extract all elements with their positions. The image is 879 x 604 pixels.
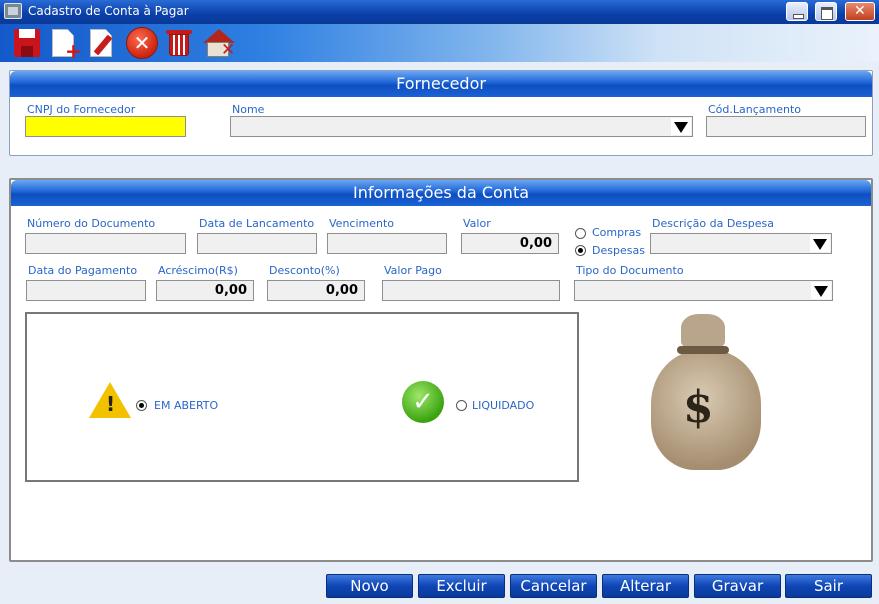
checkmark-icon: ✓ [402,381,444,423]
fornecedor-header: Fornecedor [10,71,872,97]
em-aberto-radio[interactable] [136,400,147,411]
chevron-down-icon[interactable] [810,235,830,252]
cancelar-button[interactable]: Cancelar [510,574,597,598]
conta-header: Informações da Conta [11,180,871,206]
valor-pago-label: Valor Pago [384,264,442,277]
acrescimo-label: Acréscimo(R$) [158,264,238,277]
cod-label: Cód.Lançamento [708,103,802,116]
cnpj-input[interactable] [25,116,186,137]
nome-label: Nome [232,103,265,116]
nome-select[interactable] [230,116,693,137]
window-title: Cadastro de Conta à Pagar [28,4,189,18]
despesas-label: Despesas [592,244,645,257]
tipo-documento-select[interactable] [574,280,833,301]
edit-document-icon[interactable] [86,26,120,60]
fornecedor-group: Fornecedor CNPJ do Fornecedor Nome Cód.L… [9,70,873,156]
liquidado-label: LIQUIDADO [472,399,535,412]
compras-label: Compras [592,226,642,239]
warning-icon: ! [89,382,131,418]
gravar-button[interactable]: Gravar [694,574,781,598]
new-document-icon[interactable]: + [48,26,82,61]
data-lancamento-label: Data de Lancamento [199,217,315,230]
descricao-label: Descrição da Despesa [652,217,775,230]
compras-radio[interactable] [575,228,586,239]
app-icon [4,3,22,19]
alterar-button[interactable]: Alterar [602,574,689,598]
cancel-icon[interactable]: ✕ [125,26,159,60]
chevron-down-icon[interactable] [811,282,831,299]
vencimento-input[interactable] [327,233,447,254]
trash-icon[interactable] [163,26,197,60]
despesas-radio[interactable] [575,245,586,256]
valor-input[interactable]: 0,00 [461,233,559,254]
home-close-icon[interactable]: ✕ [201,26,235,60]
novo-button[interactable]: Novo [326,574,413,598]
data-lancamento-input[interactable] [197,233,317,254]
excluir-button[interactable]: Excluir [418,574,505,598]
tipo-documento-label: Tipo do Documento [576,264,684,277]
numero-label: Número do Documento [27,217,156,230]
save-icon[interactable] [10,26,44,60]
descricao-select[interactable] [650,233,832,254]
data-pagamento-input[interactable] [26,280,146,301]
status-box: ! EM ABERTO ✓ LIQUIDADO [25,312,579,482]
desconto-input[interactable]: 0,00 [267,280,365,301]
money-bag-icon: $ [641,306,771,476]
desconto-label: Desconto(%) [269,264,340,277]
conta-group: Informações da Conta Número do Documento… [9,178,873,562]
valor-label: Valor [463,217,491,230]
close-window-button[interactable] [845,2,875,21]
em-aberto-label: EM ABERTO [154,399,219,412]
cnpj-label: CNPJ do Fornecedor [27,103,136,116]
data-pagamento-label: Data do Pagamento [28,264,138,277]
valor-pago-input[interactable] [382,280,560,301]
title-bar: Cadastro de Conta à Pagar [0,0,879,24]
sair-button[interactable]: Sair [785,574,872,598]
vencimento-label: Vencimento [329,217,395,230]
numero-documento-input[interactable] [25,233,186,254]
acrescimo-input[interactable]: 0,00 [156,280,254,301]
chevron-down-icon[interactable] [671,118,691,135]
toolbar: + ✕ ✕ [0,24,879,62]
cod-lancamento-input[interactable] [706,116,866,137]
maximize-button[interactable] [815,2,837,21]
minimize-button[interactable] [786,2,808,21]
liquidado-radio[interactable] [456,400,467,411]
